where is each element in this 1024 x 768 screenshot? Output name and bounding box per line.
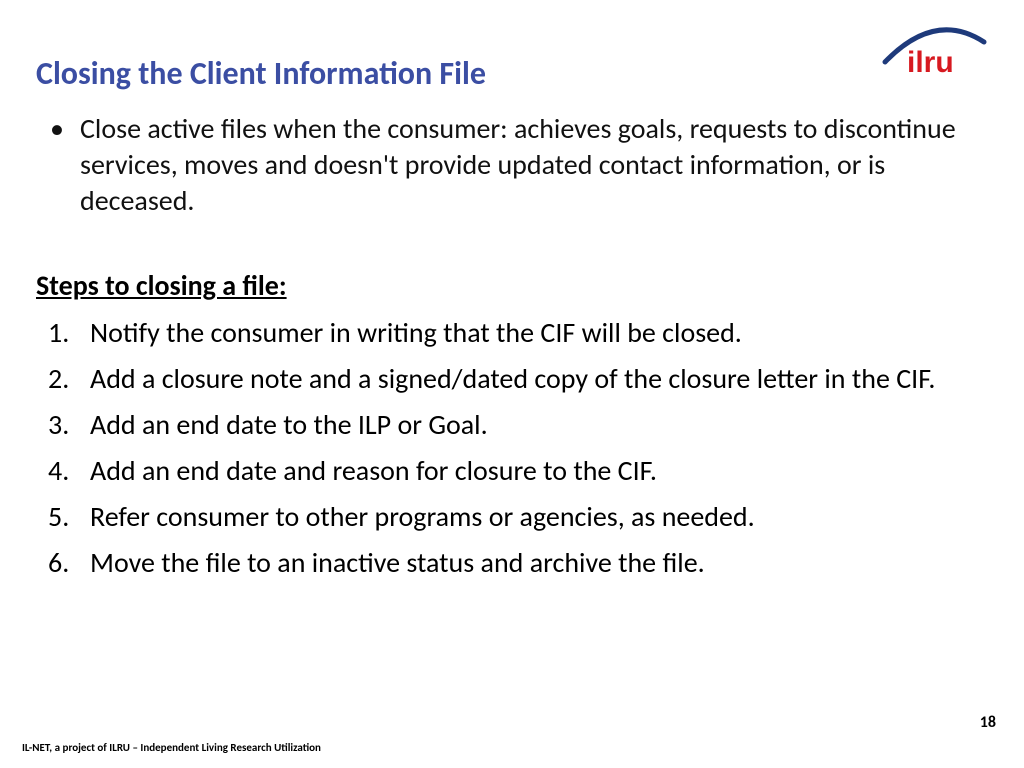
slide: ilru Closing the Client Information File… [0,0,1024,768]
step-item: Notify the consumer in writing that the … [36,315,988,351]
intro-bullet-item: Close active files when the consumer: ac… [36,111,988,218]
steps-heading: Steps to closing a file: [36,268,988,303]
step-item: Add an end date to the ILP or Goal. [36,407,988,443]
intro-bullet-list: Close active files when the consumer: ac… [36,111,988,218]
step-item: Add a closure note and a signed/dated co… [36,361,988,397]
spacer [36,218,988,268]
step-item: Refer consumer to other programs or agen… [36,499,988,535]
step-item: Move the file to an inactive status and … [36,545,988,581]
page-number: 18 [980,713,996,732]
logo-ilru: ilru [880,22,990,82]
slide-title: Closing the Client Information File [36,54,988,93]
footer-text: IL-NET, a project of ILRU – Independent … [22,741,321,754]
steps-list: Notify the consumer in writing that the … [36,315,988,580]
logo-text: ilru [907,46,954,79]
step-item: Add an end date and reason for closure t… [36,453,988,489]
